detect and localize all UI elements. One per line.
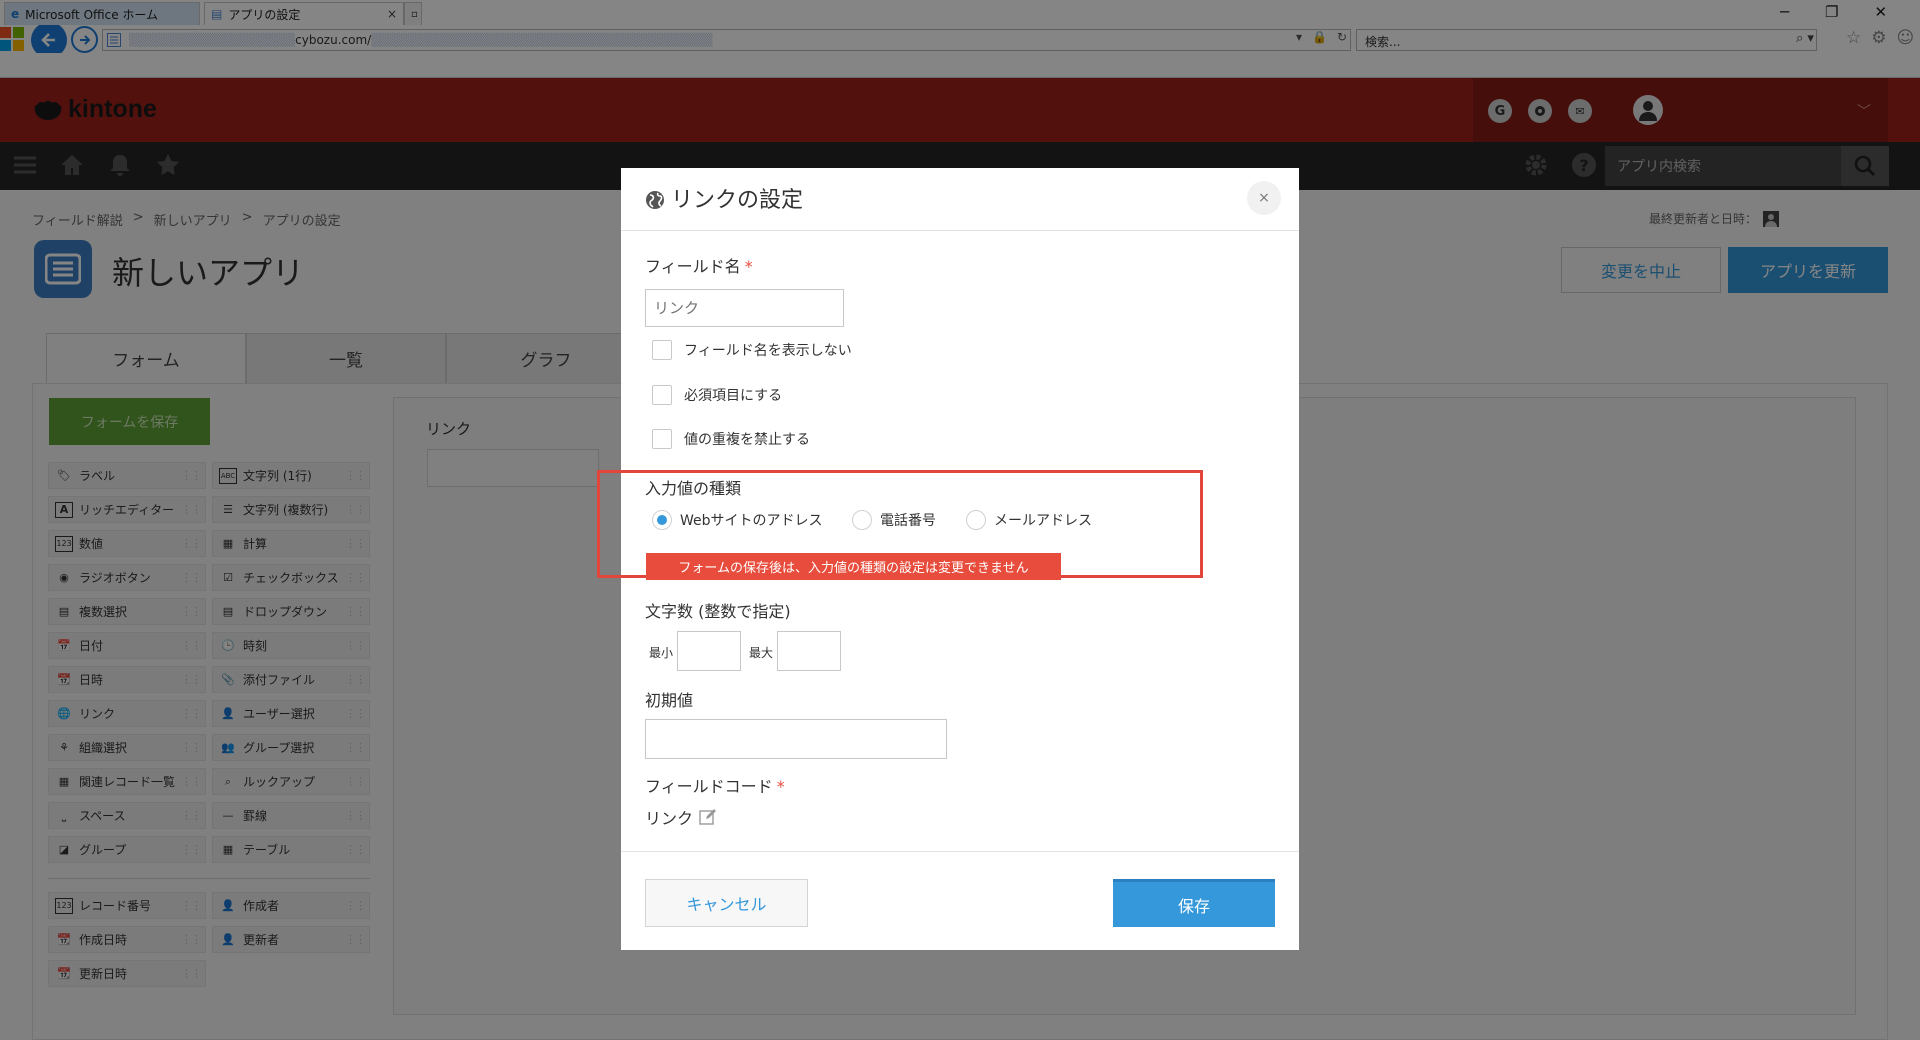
field-code-text: リンク xyxy=(645,809,694,828)
checkbox-label: フィールド名を表示しない xyxy=(684,343,852,359)
input-type-warning: フォームの保存後は、入力値の種類の設定は変更できません xyxy=(646,553,1061,580)
max-length-input[interactable] xyxy=(777,631,841,671)
radio-phone-number[interactable]: 電話番号 xyxy=(852,510,936,530)
cancel-button[interactable]: キャンセル xyxy=(645,879,808,927)
checkbox-label: 必須項目にする xyxy=(684,388,783,404)
field-code-label-text: フィールドコード xyxy=(645,777,773,796)
radio-label: メールアドレス xyxy=(994,513,1092,529)
max-label: 最大 xyxy=(749,646,774,660)
input-type-label: 入力値の種類 xyxy=(645,479,742,498)
unique-checkbox-row[interactable]: 値の重複を禁止する xyxy=(652,429,810,449)
radio-button[interactable] xyxy=(852,510,872,530)
field-code-value: リンク xyxy=(645,805,717,829)
min-label: 最小 xyxy=(649,646,674,660)
dialog-title: リンクの設定 xyxy=(671,188,804,213)
radio-button-selected[interactable] xyxy=(652,510,672,530)
close-icon: × xyxy=(1258,190,1270,206)
radio-label: Webサイトのアドレス xyxy=(680,513,823,529)
field-name-label-text: フィールド名 xyxy=(645,257,741,276)
close-dialog-button[interactable]: × xyxy=(1247,181,1281,215)
default-value-label: 初期値 xyxy=(645,691,694,710)
radio-email-address[interactable]: メールアドレス xyxy=(966,510,1092,530)
min-length-input[interactable] xyxy=(677,631,741,671)
checkbox-label: 値の重複を禁止する xyxy=(684,432,810,448)
link-settings-dialog: リンクの設定 × フィールド名* フィールド名を表示しない 必須項目にする 値の… xyxy=(597,168,1299,950)
unique-checkbox[interactable] xyxy=(652,429,672,449)
required-checkbox[interactable] xyxy=(652,385,672,405)
radio-website-address[interactable]: Webサイトのアドレス xyxy=(652,510,823,530)
required-checkbox-row[interactable]: 必須項目にする xyxy=(652,385,782,405)
radio-label: 電話番号 xyxy=(880,513,936,529)
field-name-label: フィールド名 * xyxy=(645,253,753,277)
default-value-input[interactable] xyxy=(645,719,947,759)
edit-icon[interactable] xyxy=(699,808,717,826)
char-count-label: 文字数 (整数で指定) xyxy=(645,602,791,621)
hide-field-name-checkbox-row[interactable]: フィールド名を表示しない xyxy=(652,340,852,360)
field-name-input[interactable] xyxy=(645,289,844,327)
required-mark: * xyxy=(744,257,753,276)
globe-icon xyxy=(645,190,665,210)
save-button[interactable]: 保存 xyxy=(1113,879,1275,927)
hide-field-name-checkbox[interactable] xyxy=(652,340,672,360)
field-code-label: フィールドコード * xyxy=(645,773,785,797)
required-mark: * xyxy=(776,777,785,796)
radio-button[interactable] xyxy=(966,510,986,530)
